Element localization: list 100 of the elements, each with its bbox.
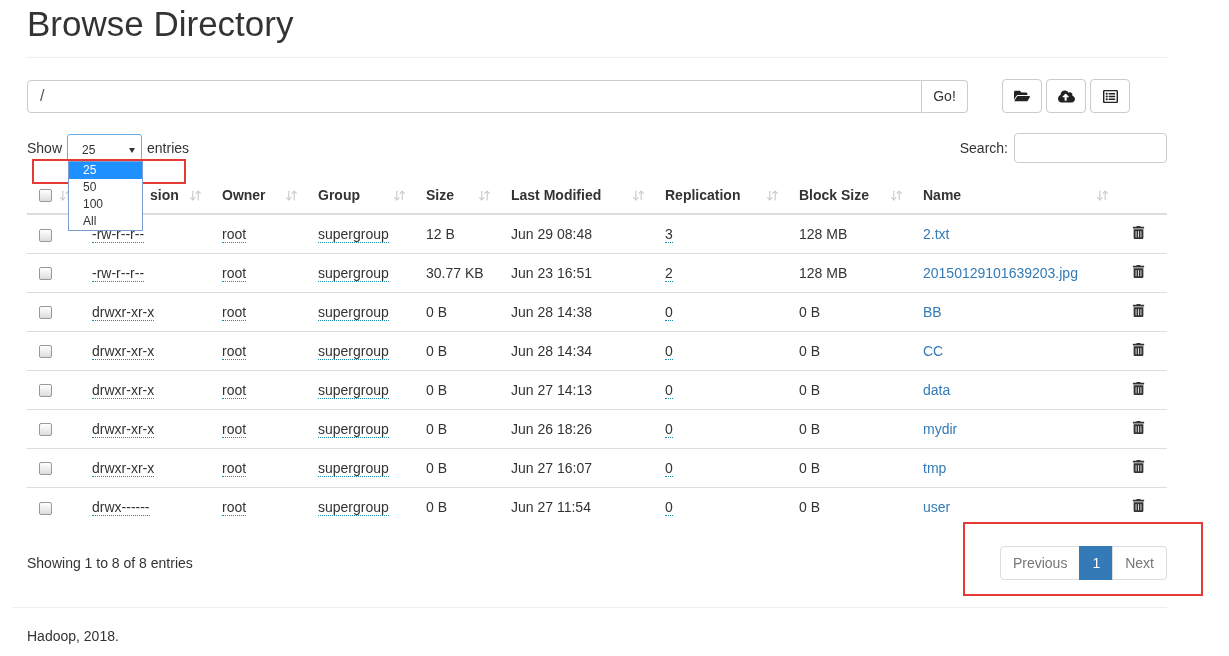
table-cell: 0 B xyxy=(426,381,447,398)
caret-icon xyxy=(129,147,136,153)
table-cell: supergroup xyxy=(318,498,389,516)
search-field[interactable] xyxy=(1014,133,1167,163)
search-label: Search: xyxy=(959,140,1008,156)
table-cell: drwxr-xr-x xyxy=(92,342,155,360)
delete-icon[interactable] xyxy=(1132,225,1145,239)
table-cell: 0 B xyxy=(799,342,820,359)
delete-icon[interactable] xyxy=(1132,420,1145,434)
column-header[interactable]: sion xyxy=(150,187,179,203)
table-cell: 0 B xyxy=(426,420,447,437)
sort-icon[interactable] xyxy=(1096,188,1109,202)
table-cell: root xyxy=(222,342,247,360)
file-link[interactable]: user xyxy=(923,498,951,515)
row-checkbox[interactable] xyxy=(39,462,52,476)
path-field[interactable]: / xyxy=(27,79,922,113)
table-cell: 0 B xyxy=(426,459,447,476)
table-cell: supergroup xyxy=(318,381,389,399)
table-cell: Jun 28 14:34 xyxy=(511,342,592,359)
column-header[interactable]: Replication xyxy=(665,187,741,203)
table-cell: root xyxy=(222,381,247,399)
table-cell: 128 MB xyxy=(799,264,848,281)
table-cell: Jun 27 14:13 xyxy=(511,381,592,398)
file-link[interactable]: data xyxy=(923,381,951,398)
column-header[interactable]: Name xyxy=(923,187,962,203)
table-cell: supergroup xyxy=(318,264,389,282)
row-checkbox[interactable] xyxy=(39,345,52,359)
show-label: Show xyxy=(27,140,63,156)
file-link[interactable]: 20150129101639203.jpg xyxy=(923,264,1078,281)
table-cell: root xyxy=(222,498,247,516)
table-cell: 0 xyxy=(665,303,673,321)
table-cell: drwxr-xr-x xyxy=(92,381,155,399)
file-link[interactable]: BB xyxy=(923,303,942,320)
table-cell: 0 B xyxy=(799,459,820,476)
table-cell: supergroup xyxy=(318,303,389,321)
delete-icon[interactable] xyxy=(1132,498,1145,512)
entries-label: entries xyxy=(147,140,190,156)
sort-icon[interactable] xyxy=(766,188,779,202)
row-checkbox[interactable] xyxy=(39,306,52,320)
table-cell: 0 B xyxy=(799,303,820,320)
page-length-select[interactable]: 25 xyxy=(67,134,143,162)
table-cell: root xyxy=(222,420,247,438)
table-cell: Jun 26 18:26 xyxy=(511,420,592,437)
list-button[interactable] xyxy=(1090,79,1130,113)
delete-icon[interactable] xyxy=(1132,381,1145,395)
row-checkbox[interactable] xyxy=(39,501,52,515)
go-button[interactable]: Go! xyxy=(922,79,968,113)
entries-info: Showing 1 to 8 of 8 entries xyxy=(27,555,193,571)
table-cell: Jun 23 16:51 xyxy=(511,264,592,281)
table-cell: 30.77 KB xyxy=(426,264,484,281)
delete-icon[interactable] xyxy=(1132,342,1145,356)
table-cell: 0 B xyxy=(426,303,447,320)
delete-icon[interactable] xyxy=(1132,264,1145,278)
sort-icon[interactable] xyxy=(285,188,298,202)
file-link[interactable]: CC xyxy=(923,342,944,359)
table-cell: 0 B xyxy=(426,342,447,359)
table-cell: Jun 27 16:07 xyxy=(511,459,592,476)
folder-button[interactable] xyxy=(1002,79,1042,113)
upload-button[interactable] xyxy=(1046,79,1086,113)
table-cell: 0 B xyxy=(799,498,820,515)
sort-icon[interactable] xyxy=(632,188,645,202)
row-checkbox[interactable] xyxy=(39,384,52,398)
table-cell: root xyxy=(222,225,247,243)
column-header[interactable]: Last Modified xyxy=(511,187,602,203)
table-cell: 3 xyxy=(665,225,673,243)
select-all-checkbox[interactable] xyxy=(39,188,52,202)
column-header[interactable]: Size xyxy=(426,187,454,203)
table-cell: 128 MB xyxy=(799,225,848,242)
table-cell: drwxr-xr-x xyxy=(92,303,155,321)
table-cell: supergroup xyxy=(318,225,389,243)
sort-icon[interactable] xyxy=(189,188,202,202)
delete-icon[interactable] xyxy=(1132,303,1145,317)
column-header[interactable]: Group xyxy=(318,187,360,203)
row-checkbox[interactable] xyxy=(39,423,52,437)
table-cell: 0 B xyxy=(799,381,820,398)
page-button[interactable]: 1 xyxy=(1079,546,1114,580)
table-cell: supergroup xyxy=(318,420,389,438)
table-cell: 0 xyxy=(665,459,673,477)
footer-text: Hadoop, 2018. xyxy=(27,628,119,644)
sort-icon[interactable] xyxy=(478,188,491,202)
table-cell: 0 xyxy=(665,498,673,516)
table-cell: 0 xyxy=(665,342,673,360)
table-cell: 0 B xyxy=(799,420,820,437)
table-cell: 0 xyxy=(665,381,673,399)
page-title: Browse Directory xyxy=(27,0,1167,58)
file-link[interactable]: mydir xyxy=(923,420,958,437)
delete-icon[interactable] xyxy=(1132,459,1145,473)
table-cell: drwxr-xr-x xyxy=(92,420,155,438)
sort-icon[interactable] xyxy=(890,188,903,202)
file-link[interactable]: tmp xyxy=(923,459,947,476)
column-header[interactable]: Owner xyxy=(222,187,266,203)
table-cell: -rw-r--r-- xyxy=(92,264,145,282)
column-header[interactable]: Block Size xyxy=(799,187,870,203)
row-checkbox[interactable] xyxy=(39,228,52,242)
list-icon xyxy=(1102,88,1118,104)
table-cell: 0 xyxy=(665,420,673,438)
table-cell: 12 B xyxy=(426,225,455,242)
row-checkbox[interactable] xyxy=(39,267,52,281)
sort-icon[interactable] xyxy=(393,188,406,202)
file-link[interactable]: 2.txt xyxy=(923,225,950,242)
